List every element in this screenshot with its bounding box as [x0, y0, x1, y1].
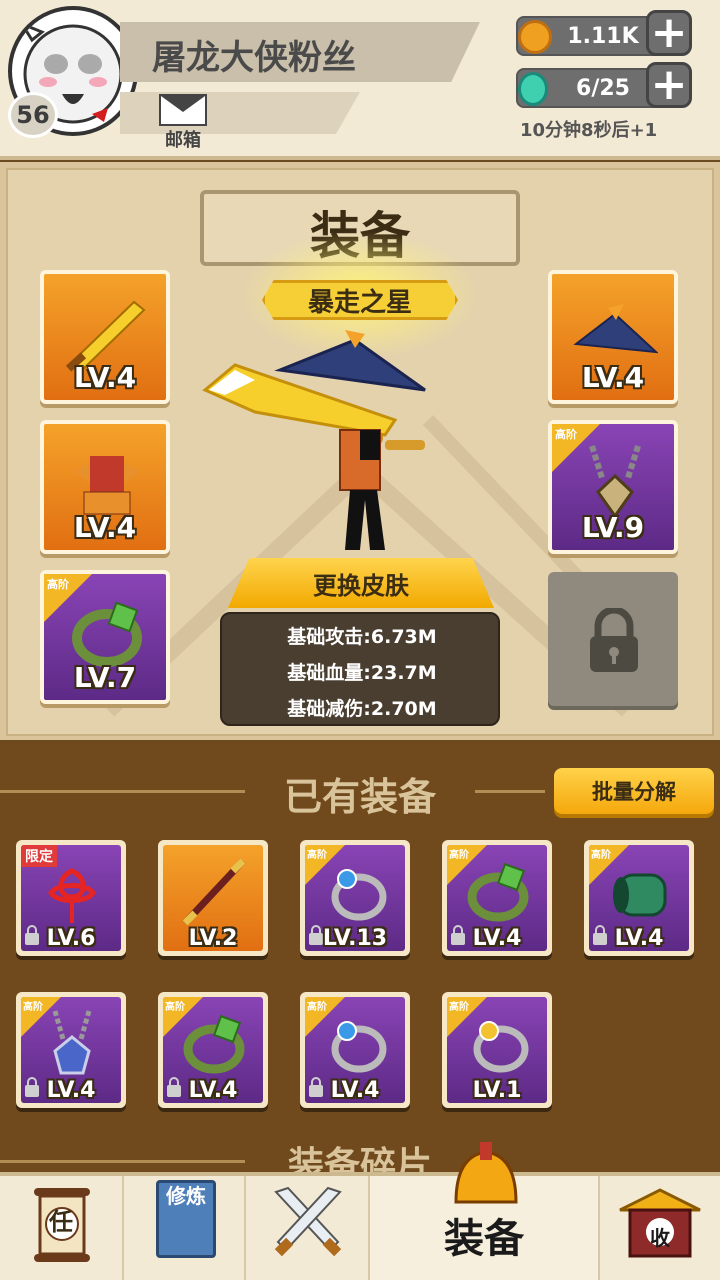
pearl-ring-icon — [331, 1021, 387, 1073]
bulk-decompose-button[interactable]: 批量分解 — [554, 768, 714, 814]
player-level-badge: 56 — [8, 92, 58, 138]
nav-collect[interactable]: 收 — [600, 1176, 720, 1280]
inventory-item[interactable]: 限定 LV.6 — [16, 840, 126, 956]
coin-value: 1.11K — [567, 23, 639, 49]
equip-slot-necklace[interactable]: 高阶 LV.9 — [548, 420, 678, 554]
necklace-icon — [589, 445, 641, 519]
equip-slot-hat[interactable]: LV.4 — [548, 270, 678, 404]
mail-plate — [120, 92, 360, 134]
mail-label: 邮箱 — [165, 130, 201, 151]
nav-cultivate-label: 修炼 — [166, 1184, 206, 1208]
nav-tasks-label: 任 — [49, 1208, 73, 1236]
inventory-item[interactable]: 高阶 LV.4 — [442, 840, 552, 956]
player-name: 屠龙大侠粉丝 — [152, 38, 356, 78]
add-energy-button[interactable]: + — [646, 62, 692, 108]
gold-pearl-ring-icon — [473, 1021, 529, 1073]
nav-battle[interactable] — [246, 1176, 370, 1280]
jade-ring-icon — [467, 862, 529, 922]
item-level: LV.4 — [614, 926, 664, 951]
add-coins-button[interactable]: + — [646, 10, 692, 56]
nav-equip-label: 装备 — [444, 1216, 524, 1262]
armor-icon — [74, 456, 140, 515]
tier-text: 高阶 — [555, 428, 577, 441]
stat-attack: 基础攻击:6.73M — [287, 626, 437, 648]
equip-slot-weapon[interactable]: LV.4 — [40, 270, 170, 404]
slot-level: LV.9 — [581, 511, 645, 544]
item-level: LV.4 — [330, 1078, 380, 1103]
item-level: LV.6 — [46, 926, 96, 951]
pearl-ring-icon — [331, 869, 387, 921]
lock-icon — [590, 608, 638, 672]
energy-timer: 10分钟8秒后+1 — [520, 120, 658, 141]
inventory-item[interactable]: 高阶 LV.4 — [158, 992, 268, 1108]
mail-button[interactable]: 邮箱 — [158, 94, 208, 151]
coin-icon — [518, 20, 552, 54]
equip-slot-armor[interactable]: LV.4 — [40, 420, 170, 554]
item-level: LV.4 — [472, 926, 522, 951]
straw-hat-icon — [573, 304, 658, 354]
inventory-item[interactable]: LV.2 — [158, 840, 268, 956]
inventory-item[interactable]: 高阶 LV.1 — [442, 992, 552, 1108]
jade-ring-icon — [72, 601, 142, 667]
inventory-item[interactable]: 高阶 LV.4 — [584, 840, 694, 956]
crossed-swords-icon — [274, 1186, 342, 1257]
nav-cultivate[interactable]: 修炼 — [124, 1176, 246, 1280]
character-model — [195, 320, 515, 560]
nav-tasks[interactable]: 任 — [0, 1176, 124, 1280]
stat-hp: 基础血量:23.7M — [287, 662, 437, 684]
nav-collect-label: 收 — [650, 1226, 670, 1250]
tier-text: 高阶 — [47, 578, 69, 591]
skin-name: 暴走之星 — [307, 288, 412, 318]
jade-ring-icon — [183, 1014, 245, 1074]
change-skin-button[interactable]: 更换皮肤 — [228, 558, 494, 608]
stats-box: 基础攻击:6.73M 基础血量:23.7M 基础减伤:2.70M — [220, 612, 500, 726]
chinese-knot-icon — [48, 868, 96, 923]
equip-slot-ring[interactable]: 高阶 LV.7 — [40, 570, 170, 704]
item-level: LV.4 — [46, 1078, 96, 1103]
energy-value: 6/25 — [576, 75, 630, 101]
inventory-item[interactable]: 高阶 LV.13 — [300, 840, 410, 956]
bracer-icon — [613, 873, 667, 917]
item-level: LV.1 — [472, 1078, 522, 1103]
energy-gem-icon — [518, 72, 548, 106]
inventory-item[interactable]: 高阶 LV.4 — [16, 992, 126, 1108]
inventory-item[interactable]: 高阶 LV.4 — [300, 992, 410, 1108]
staff-icon — [182, 858, 246, 926]
slot-level: LV.7 — [73, 661, 137, 694]
slot-level: LV.4 — [73, 361, 137, 394]
item-level: LV.13 — [322, 926, 388, 951]
slot-level: LV.4 — [73, 511, 137, 544]
stat-damage-reduction: 基础减伤:2.70M — [287, 698, 437, 720]
envelope-icon — [159, 94, 207, 126]
helmet-icon — [454, 1142, 518, 1204]
item-level: LV.2 — [188, 926, 238, 951]
item-level: LV.4 — [188, 1078, 238, 1103]
slot-level: LV.4 — [581, 361, 645, 394]
golden-sword-icon — [65, 300, 146, 372]
sapphire-necklace-icon — [52, 1010, 92, 1075]
nav-equip[interactable]: 装备 — [370, 1142, 600, 1280]
